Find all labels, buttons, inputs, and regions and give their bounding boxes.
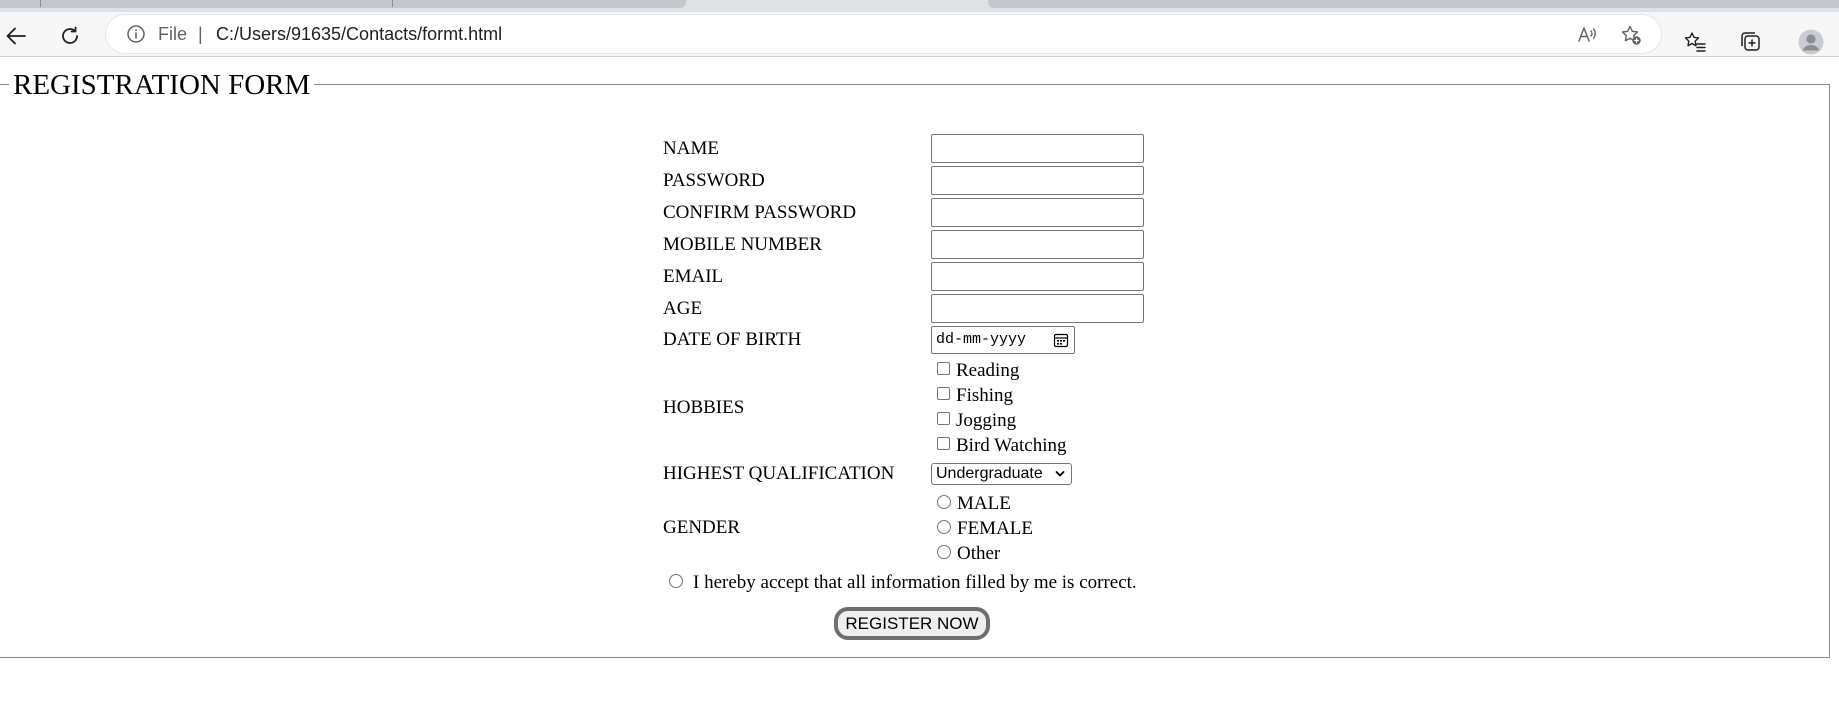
password-input[interactable] <box>931 166 1144 195</box>
dob-label: DATE OF BIRTH <box>663 329 802 350</box>
hobby-bird-watching-label: Bird Watching <box>956 435 1067 456</box>
hobby-bird-watching-checkbox[interactable] <box>937 437 950 450</box>
age-input[interactable] <box>931 294 1144 323</box>
password-label: PASSWORD <box>663 170 765 191</box>
calendar-icon[interactable] <box>1053 332 1069 348</box>
gender-male-radio[interactable] <box>937 495 951 509</box>
hobby-reading-label: Reading <box>956 360 1020 381</box>
tab-inactive-right[interactable] <box>988 0 1839 8</box>
reload-button[interactable] <box>54 20 86 52</box>
qualification-label: HIGHEST QUALIFICATION <box>663 463 895 484</box>
gender-female-label: FEMALE <box>957 518 1033 539</box>
tab-divider <box>392 0 393 7</box>
declaration-radio[interactable] <box>669 574 683 588</box>
browser-toolbar: File | C:/Users/91635/Contacts/formt.htm… <box>0 12 1839 57</box>
back-button[interactable] <box>0 20 32 52</box>
address-separator: | <box>198 24 203 44</box>
star-add-icon[interactable] <box>1620 24 1642 46</box>
hobby-jogging-checkbox[interactable] <box>937 412 950 425</box>
hobbies-label: HOBBIES <box>663 397 745 418</box>
profile-icon[interactable] <box>1798 29 1824 55</box>
age-label: AGE <box>663 298 703 319</box>
gender-other-label: Other <box>957 543 1001 564</box>
hobby-jogging-label: Jogging <box>956 410 1017 431</box>
hobby-fishing-label: Fishing <box>956 385 1014 406</box>
tab-divider <box>40 0 41 7</box>
declaration-text: I hereby accept that all information fil… <box>693 572 1137 593</box>
tab-inactive-left[interactable] <box>0 0 686 8</box>
address-bar[interactable]: File | C:/Users/91635/Contacts/formt.htm… <box>106 15 1661 53</box>
dob-input[interactable]: dd-mm-yyyy <box>931 326 1075 354</box>
mobile-number-input[interactable] <box>931 230 1144 259</box>
favorites-icon[interactable] <box>1683 30 1707 54</box>
dob-placeholder: dd-mm-yyyy <box>936 331 1027 348</box>
register-now-button[interactable]: REGISTER NOW <box>834 607 990 640</box>
email-label: EMAIL <box>663 266 724 287</box>
info-icon[interactable] <box>126 24 146 44</box>
chevron-down-icon <box>1055 471 1065 477</box>
gender-other-radio[interactable] <box>937 545 951 559</box>
confirm-password-input[interactable] <box>931 198 1144 227</box>
qualification-selected-value: Undergraduate <box>936 465 1043 482</box>
address-url[interactable]: C:/Users/91635/Contacts/formt.html <box>216 15 502 53</box>
tab-strip <box>0 0 1839 12</box>
gender-label: GENDER <box>663 517 741 538</box>
gender-male-label: MALE <box>957 493 1011 514</box>
reload-icon <box>62 26 78 44</box>
name-label: NAME <box>663 138 719 159</box>
hobby-reading-checkbox[interactable] <box>937 362 950 375</box>
address-scheme-label: File <box>158 24 188 44</box>
collections-icon[interactable] <box>1739 30 1763 54</box>
email-input[interactable] <box>931 262 1144 291</box>
mobile-number-label: MOBILE NUMBER <box>663 234 822 255</box>
qualification-select[interactable]: Undergraduate <box>931 463 1072 485</box>
confirm-password-label: CONFIRM PASSWORD <box>663 202 857 223</box>
arrow-left-icon <box>6 27 26 45</box>
read-aloud-icon[interactable] <box>1576 24 1598 46</box>
form-legend: REGISTRATION FORM <box>9 68 315 102</box>
hobby-fishing-checkbox[interactable] <box>937 387 950 400</box>
gender-female-radio[interactable] <box>937 520 951 534</box>
name-input[interactable] <box>931 134 1144 163</box>
